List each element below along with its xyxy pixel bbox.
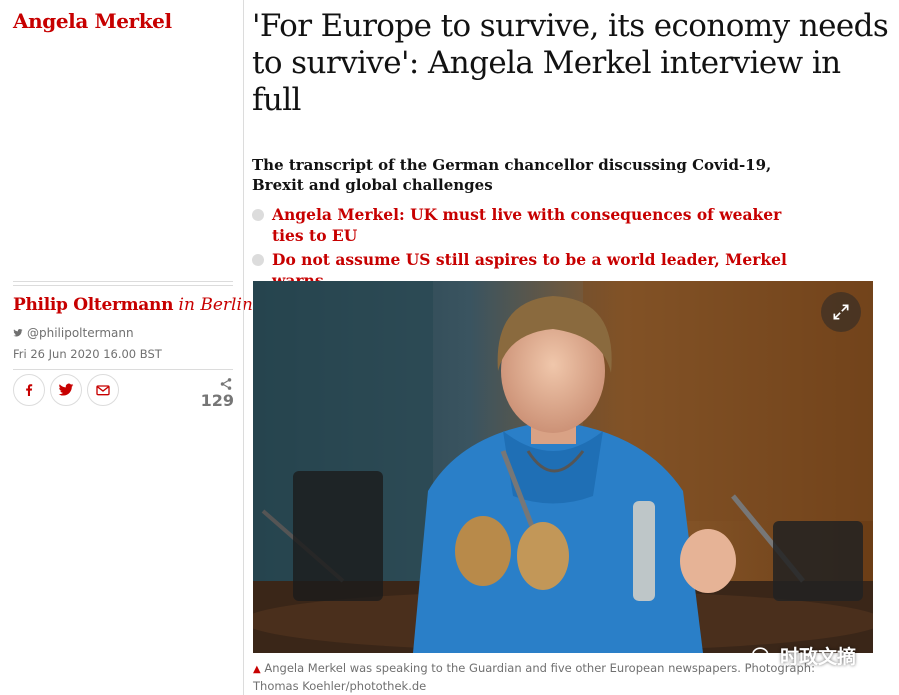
share-email-button[interactable] xyxy=(87,374,119,406)
share-icon xyxy=(220,378,232,390)
watermark: 时政文摘 xyxy=(752,642,856,669)
main-photo[interactable] xyxy=(253,281,873,653)
standfirst: The transcript of the German chancellor … xyxy=(252,156,772,194)
twitter-handle[interactable]: @philipoltermann xyxy=(13,326,134,340)
bullet-icon xyxy=(252,254,264,266)
author-link[interactable]: Philip Oltermann xyxy=(13,295,173,315)
share-twitter-button[interactable] xyxy=(50,374,82,406)
twitter-icon xyxy=(58,383,74,396)
photo-illustration xyxy=(253,281,873,653)
headline: 'For Europe to survive, its economy need… xyxy=(252,8,889,118)
twitter-handle-text: @philipoltermann xyxy=(27,326,134,340)
divider xyxy=(13,281,233,282)
share-facebook-button[interactable] xyxy=(13,374,45,406)
left-column: Angela Merkel Philip Oltermann in Berlin… xyxy=(0,0,253,695)
byline-location: in Berlin xyxy=(178,295,253,315)
twitter-icon xyxy=(13,329,23,337)
related-link[interactable]: Angela Merkel: UK must live with consequ… xyxy=(272,204,792,246)
expand-icon xyxy=(833,304,849,320)
share-count: 129 xyxy=(200,391,234,410)
section-label[interactable]: Angela Merkel xyxy=(13,9,172,33)
wechat-icon xyxy=(752,646,774,664)
watermark-text: 时政文摘 xyxy=(780,646,857,668)
caption-triangle-icon: ▲ xyxy=(253,664,261,675)
expand-image-button[interactable] xyxy=(821,292,861,332)
caption-text: Angela Merkel was speaking to the Guardi… xyxy=(253,661,815,693)
related-link-item: Angela Merkel: UK must live with consequ… xyxy=(252,204,812,246)
bullet-icon xyxy=(252,209,264,221)
divider xyxy=(13,369,233,370)
email-icon xyxy=(96,385,110,396)
divider xyxy=(13,285,233,286)
facebook-icon xyxy=(26,384,33,396)
byline: Philip Oltermann in Berlin xyxy=(13,295,253,315)
column-divider xyxy=(243,0,244,695)
publish-date: Fri 26 Jun 2020 16.00 BST xyxy=(13,347,162,361)
